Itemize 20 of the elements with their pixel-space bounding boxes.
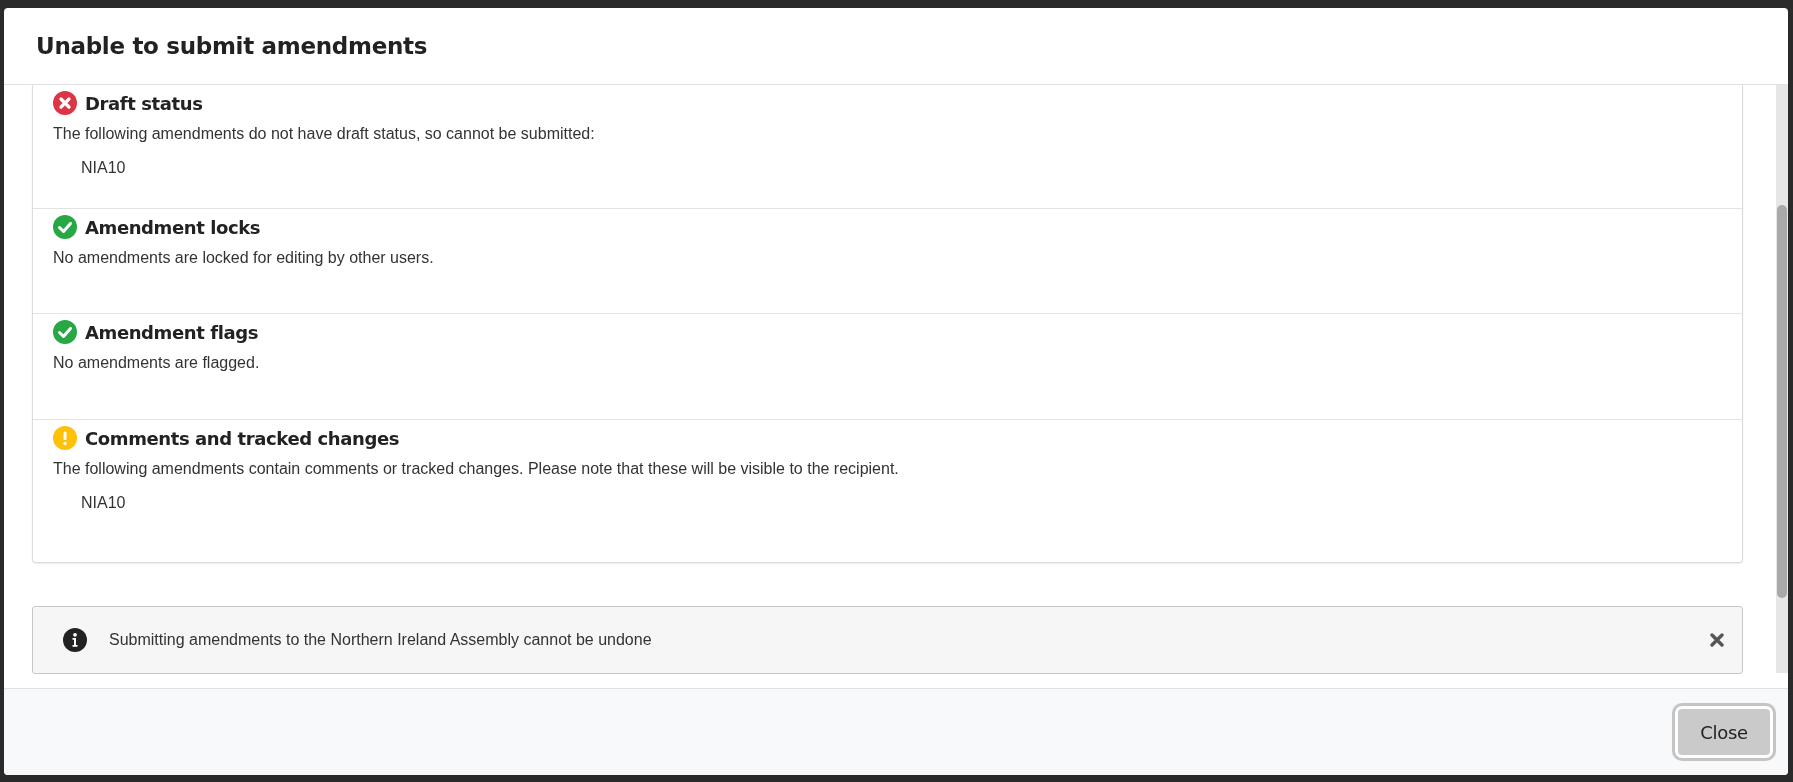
notice-text: Submitting amendments to the Northern Ireland Assembly cannot be undone xyxy=(109,631,653,649)
scrollbar[interactable] xyxy=(1776,85,1788,673)
amendment-id: NIA10 xyxy=(81,494,127,512)
check-title: Amendment flags xyxy=(85,321,258,343)
check-message: No amendments are locked for editing by other users. xyxy=(53,249,435,267)
close-button[interactable]: Close xyxy=(1675,706,1773,758)
close-icon[interactable] xyxy=(1710,633,1724,647)
amendment-id: NIA10 xyxy=(81,159,127,177)
warning-icon xyxy=(53,426,77,450)
dialog-title: Unable to submit amendments xyxy=(36,33,428,59)
check-message: The following amendments do not have draft status, so cannot be submitted: xyxy=(53,125,596,143)
check-title: Comments and tracked changes xyxy=(85,427,399,449)
check-title: Draft status xyxy=(85,92,203,114)
check-message: No amendments are flagged. xyxy=(53,354,261,372)
check-circle-icon xyxy=(53,215,77,239)
info-icon xyxy=(63,628,87,652)
check-title: Amendment locks xyxy=(85,216,261,238)
check-circle-icon xyxy=(53,320,77,344)
check-message: The following amendments contain comments or tracked changes. Please note that these will be visible to the recipient. xyxy=(53,460,900,478)
error-icon xyxy=(53,91,77,115)
